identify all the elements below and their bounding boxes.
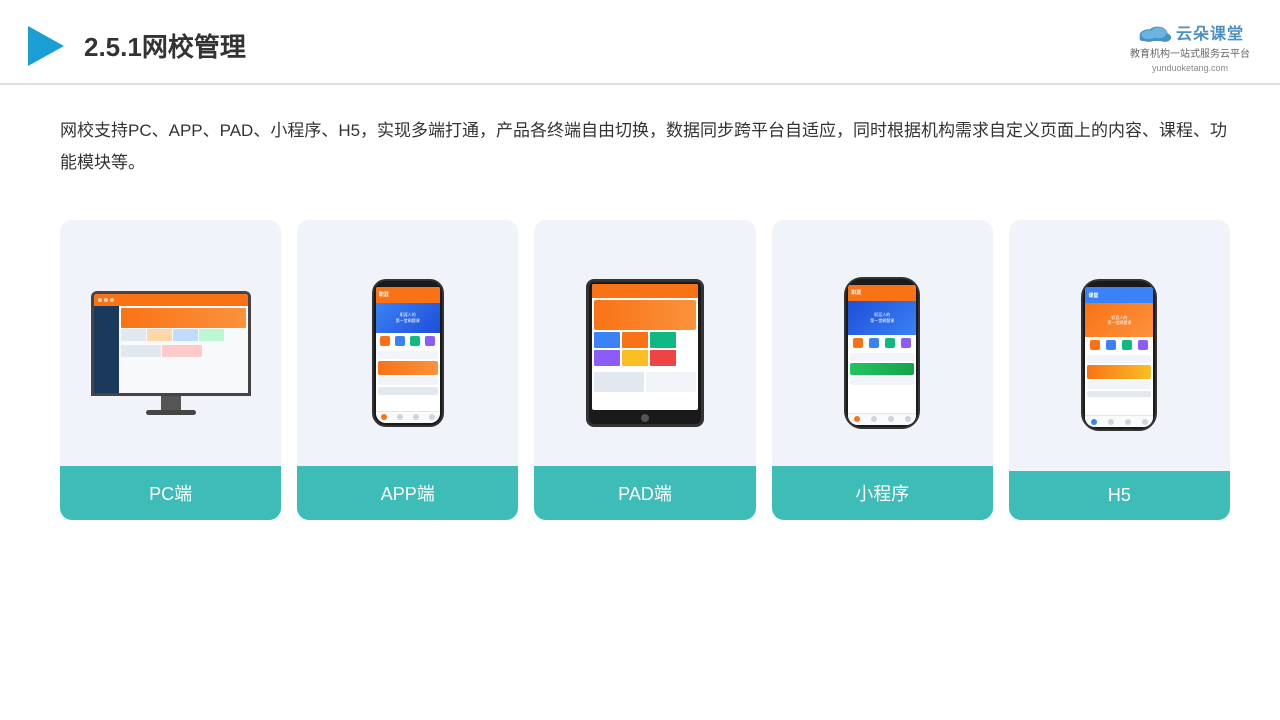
pc-image-area — [76, 240, 265, 466]
miniapp-hero: 职涯人的第一堂刷题课 — [848, 301, 916, 335]
h5-label: H5 — [1009, 471, 1230, 520]
h5-hero-text: 职涯人的第一堂刷题课 — [1107, 315, 1131, 326]
play-logo-icon — [20, 22, 68, 70]
miniapp-image-area: 职涯 职涯人的第一堂刷题课 — [788, 240, 977, 466]
tablet-screen — [592, 284, 698, 410]
miniapp-content — [848, 351, 916, 413]
cloud-icon — [1136, 18, 1172, 46]
brand-cloud: 云朵课堂 — [1136, 18, 1244, 46]
miniapp-notch — [870, 279, 894, 285]
phone-hero-text: 职涯人的第一堂刷题课 — [396, 312, 420, 323]
phone-header: 职涯 — [376, 287, 440, 303]
header-left: 2.5.1网校管理 — [20, 22, 246, 70]
h5-phone: 课堂 职涯人的第一堂刷题课 — [1081, 279, 1157, 431]
miniapp-nav — [848, 413, 916, 425]
miniapp-label: 小程序 — [772, 466, 993, 520]
phone-nav — [376, 411, 440, 423]
h5-icons — [1085, 337, 1153, 353]
miniapp-icons — [848, 335, 916, 351]
phone-content — [376, 349, 440, 411]
description-text: 网校支持PC、APP、PAD、小程序、H5，实现多端打通，产品各终端自由切换，数… — [0, 85, 1280, 180]
pad-label: PAD端 — [534, 466, 755, 520]
brand-tagline: 教育机构一站式服务云平台 — [1130, 48, 1250, 61]
tablet-content — [592, 298, 698, 410]
h5-card: 课堂 职涯人的第一堂刷题课 — [1009, 220, 1230, 520]
phone-notch — [396, 281, 420, 287]
tablet-mockup — [586, 279, 704, 427]
miniapp-hero-text: 职涯人的第一堂刷题课 — [870, 312, 894, 323]
tablet-grid — [594, 332, 696, 366]
app-image-area: 职涯 职涯人的第一堂刷题课 — [313, 240, 502, 466]
miniapp-screen: 职涯 职涯人的第一堂刷题课 — [848, 285, 916, 425]
phone-hero: 职涯人的第一堂刷题课 — [376, 303, 440, 333]
app-phone: 职涯 职涯人的第一堂刷题课 — [372, 279, 444, 427]
tablet-home — [641, 414, 649, 422]
h5-hero: 职涯人的第一堂刷题课 — [1085, 303, 1153, 337]
pc-label: PC端 — [60, 466, 281, 520]
brand-name: 云朵课堂 — [1176, 20, 1244, 44]
h5-notch — [1107, 281, 1131, 287]
app-label: APP端 — [297, 466, 518, 520]
miniapp-card: 职涯 职涯人的第一堂刷题课 — [772, 220, 993, 520]
miniapp-header: 职涯 — [848, 285, 916, 301]
app-card: 职涯 职涯人的第一堂刷题课 — [297, 220, 518, 520]
h5-screen: 课堂 职涯人的第一堂刷题课 — [1085, 287, 1153, 427]
h5-nav — [1085, 415, 1153, 427]
pad-card: PAD端 — [534, 220, 755, 520]
h5-content — [1085, 353, 1153, 415]
pc-monitor — [91, 291, 251, 415]
device-cards-container: PC端 职涯 职涯人的第一堂刷题课 — [0, 190, 1280, 540]
phone-screen: 职涯 职涯人的第一堂刷题课 — [376, 287, 440, 423]
brand-url: yunduoketang.com — [1152, 63, 1228, 73]
tablet-hero — [594, 300, 696, 330]
phone-icons-row — [376, 333, 440, 349]
h5-image-area: 课堂 职涯人的第一堂刷题课 — [1025, 240, 1214, 471]
header: 2.5.1网校管理 云朵课堂 教育机构一站式服务云平台 yunduoketang… — [0, 0, 1280, 85]
page-title: 2.5.1网校管理 — [84, 27, 246, 64]
miniapp-phone: 职涯 职涯人的第一堂刷题课 — [844, 277, 920, 429]
brand-logo: 云朵课堂 教育机构一站式服务云平台 yunduoketang.com — [1130, 18, 1250, 73]
tablet-topbar — [592, 284, 698, 298]
pc-card: PC端 — [60, 220, 281, 520]
pad-image-area — [550, 240, 739, 466]
h5-header: 课堂 — [1085, 287, 1153, 303]
